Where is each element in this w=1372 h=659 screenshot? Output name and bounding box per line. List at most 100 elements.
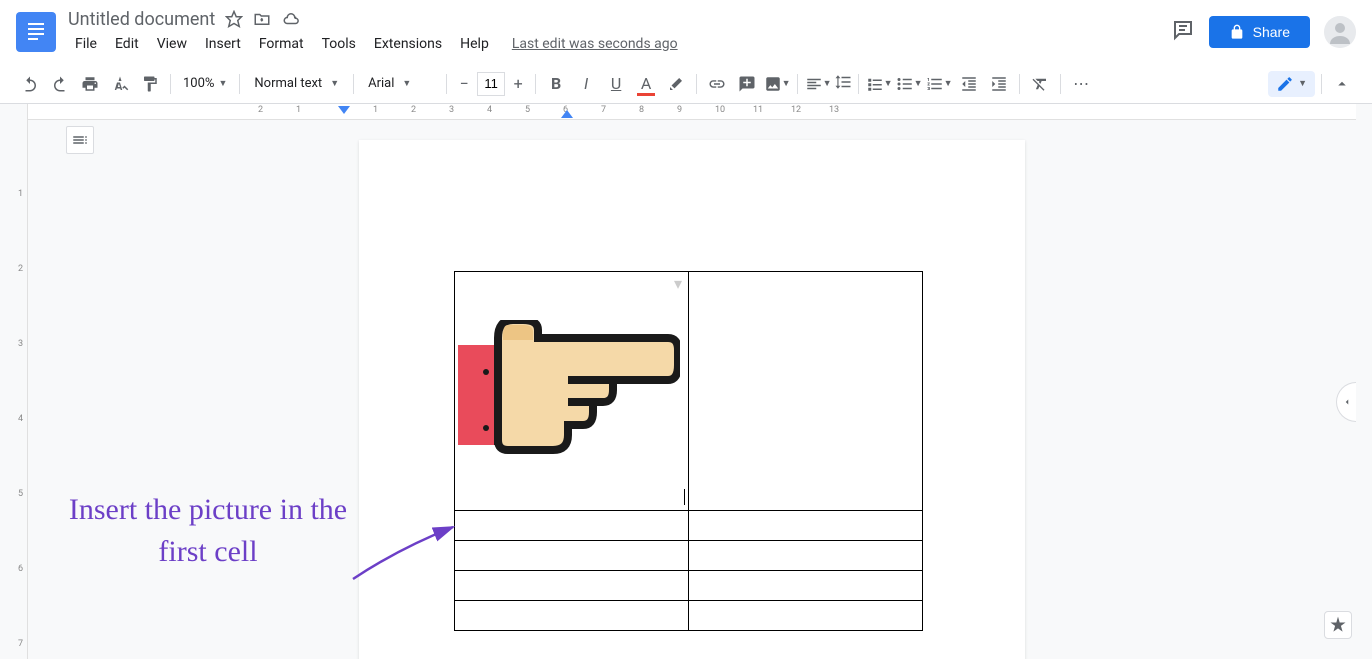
share-button[interactable]: Share	[1209, 16, 1310, 48]
increase-font-size-button[interactable]: +	[507, 72, 529, 96]
folder-move-icon[interactable]	[253, 10, 271, 28]
align-button[interactable]: ▼	[804, 70, 832, 98]
comment-history-icon[interactable]	[1171, 18, 1195, 46]
separator	[797, 74, 798, 94]
text-cursor	[684, 489, 685, 505]
star-icon[interactable]	[225, 10, 243, 28]
chevron-down-icon: ▼	[823, 78, 832, 89]
insert-image-button[interactable]: ▼	[763, 70, 791, 98]
chevron-down-icon: ▼	[884, 78, 893, 89]
table-cell[interactable]	[455, 571, 689, 601]
annotation-overlay: Insert the picture in the first cell	[58, 489, 358, 573]
chevron-down-icon: ▼	[402, 78, 411, 89]
menu-extensions[interactable]: Extensions	[367, 32, 449, 56]
workspace: 1 2 3 4 5 6 7 2 1 1 2 3 4 5 6 7 8 9 10 1…	[0, 104, 1372, 659]
menu-help[interactable]: Help	[453, 32, 496, 56]
separator	[446, 74, 447, 94]
numbered-list-button[interactable]: ▼	[925, 70, 953, 98]
font-size-controls: − +	[453, 72, 529, 96]
print-button[interactable]	[76, 70, 104, 98]
document-title[interactable]: Untitled document	[68, 9, 215, 30]
vertical-ruler: 1 2 3 4 5 6 7	[0, 104, 28, 659]
separator	[1321, 74, 1322, 94]
table-cell[interactable]	[455, 511, 689, 541]
chevron-down-icon: ▼	[944, 78, 953, 89]
menu-file[interactable]: File	[68, 32, 104, 56]
menu-bar: File Edit View Insert Format Tools Exten…	[68, 32, 1171, 56]
pointing-hand-image[interactable]	[458, 320, 680, 456]
user-avatar[interactable]	[1324, 16, 1356, 48]
separator	[1019, 74, 1020, 94]
table-cell[interactable]	[689, 272, 923, 511]
annotation-text: Insert the picture in the first cell	[58, 489, 358, 573]
collapse-toolbar-button[interactable]	[1328, 70, 1356, 98]
indent-marker-icon[interactable]	[561, 110, 573, 120]
chevron-down-icon: ▼	[218, 78, 227, 89]
document-table[interactable]: ▾	[454, 271, 923, 631]
menu-insert[interactable]: Insert	[198, 32, 248, 56]
spell-check-button[interactable]	[106, 70, 134, 98]
menu-view[interactable]: View	[150, 32, 194, 56]
toolbar: 100%▼ Normal text▼ Arial▼ − + B I U A ▼ …	[0, 64, 1372, 104]
docs-logo-icon[interactable]	[16, 12, 56, 52]
table-cell[interactable]	[689, 601, 923, 631]
header-right: Share	[1171, 16, 1356, 48]
zoom-select[interactable]: 100%▼	[177, 72, 233, 95]
line-spacing-button[interactable]	[834, 73, 852, 95]
table-row	[455, 571, 923, 601]
table-cell[interactable]	[689, 541, 923, 571]
redo-button[interactable]	[46, 70, 74, 98]
underline-button[interactable]: U	[602, 70, 630, 98]
app-header: Untitled document File Edit View Insert …	[0, 0, 1372, 64]
italic-button[interactable]: I	[572, 70, 600, 98]
table-row	[455, 601, 923, 631]
clear-formatting-button[interactable]	[1026, 70, 1054, 98]
increase-indent-button[interactable]	[985, 70, 1013, 98]
insert-link-button[interactable]	[703, 70, 731, 98]
table-row	[455, 511, 923, 541]
share-label: Share	[1253, 24, 1290, 40]
bulleted-list-button[interactable]: ▼	[895, 70, 923, 98]
separator	[1060, 74, 1061, 94]
table-cell[interactable]: ▾	[455, 272, 689, 511]
cloud-status-icon[interactable]	[281, 10, 301, 28]
explore-button[interactable]	[1324, 611, 1352, 639]
table-row	[455, 541, 923, 571]
decrease-indent-button[interactable]	[955, 70, 983, 98]
title-area: Untitled document File Edit View Insert …	[68, 9, 1171, 56]
separator	[696, 74, 697, 94]
text-color-button[interactable]: A	[632, 70, 660, 98]
bold-button[interactable]: B	[542, 70, 570, 98]
menu-tools[interactable]: Tools	[315, 32, 363, 56]
decrease-font-size-button[interactable]: −	[453, 72, 475, 96]
cell-handle-icon[interactable]: ▾	[674, 274, 686, 284]
add-comment-button[interactable]	[733, 70, 761, 98]
table-cell[interactable]	[689, 511, 923, 541]
separator	[858, 74, 859, 94]
vertical-scrollbar[interactable]	[1356, 104, 1372, 659]
checklist-button[interactable]: ▼	[865, 70, 893, 98]
table-cell[interactable]	[455, 601, 689, 631]
menu-format[interactable]: Format	[252, 32, 311, 56]
paint-format-button[interactable]	[136, 70, 164, 98]
title-row: Untitled document	[68, 9, 1171, 30]
horizontal-ruler: 2 1 1 2 3 4 5 6 7 8 9 10 11 12 13	[28, 104, 1356, 120]
editing-mode-button[interactable]: ▼	[1268, 71, 1315, 97]
chevron-down-icon: ▼	[330, 78, 339, 89]
chevron-down-icon: ▼	[1298, 78, 1307, 89]
font-family-select[interactable]: Arial▼	[360, 72, 440, 95]
highlight-color-button[interactable]	[662, 70, 690, 98]
chevron-down-icon: ▼	[914, 78, 923, 89]
font-size-input[interactable]	[477, 72, 505, 96]
paragraph-style-select[interactable]: Normal text▼	[246, 72, 347, 95]
separator	[353, 74, 354, 94]
annotation-arrow-icon	[348, 519, 468, 589]
more-button[interactable]: ⋯	[1067, 70, 1095, 98]
last-edit-link[interactable]: Last edit was seconds ago	[512, 36, 678, 52]
table-cell[interactable]	[689, 571, 923, 601]
undo-button[interactable]	[16, 70, 44, 98]
table-cell[interactable]	[455, 541, 689, 571]
separator	[535, 74, 536, 94]
indent-marker-icon[interactable]	[338, 106, 350, 118]
menu-edit[interactable]: Edit	[108, 32, 146, 56]
